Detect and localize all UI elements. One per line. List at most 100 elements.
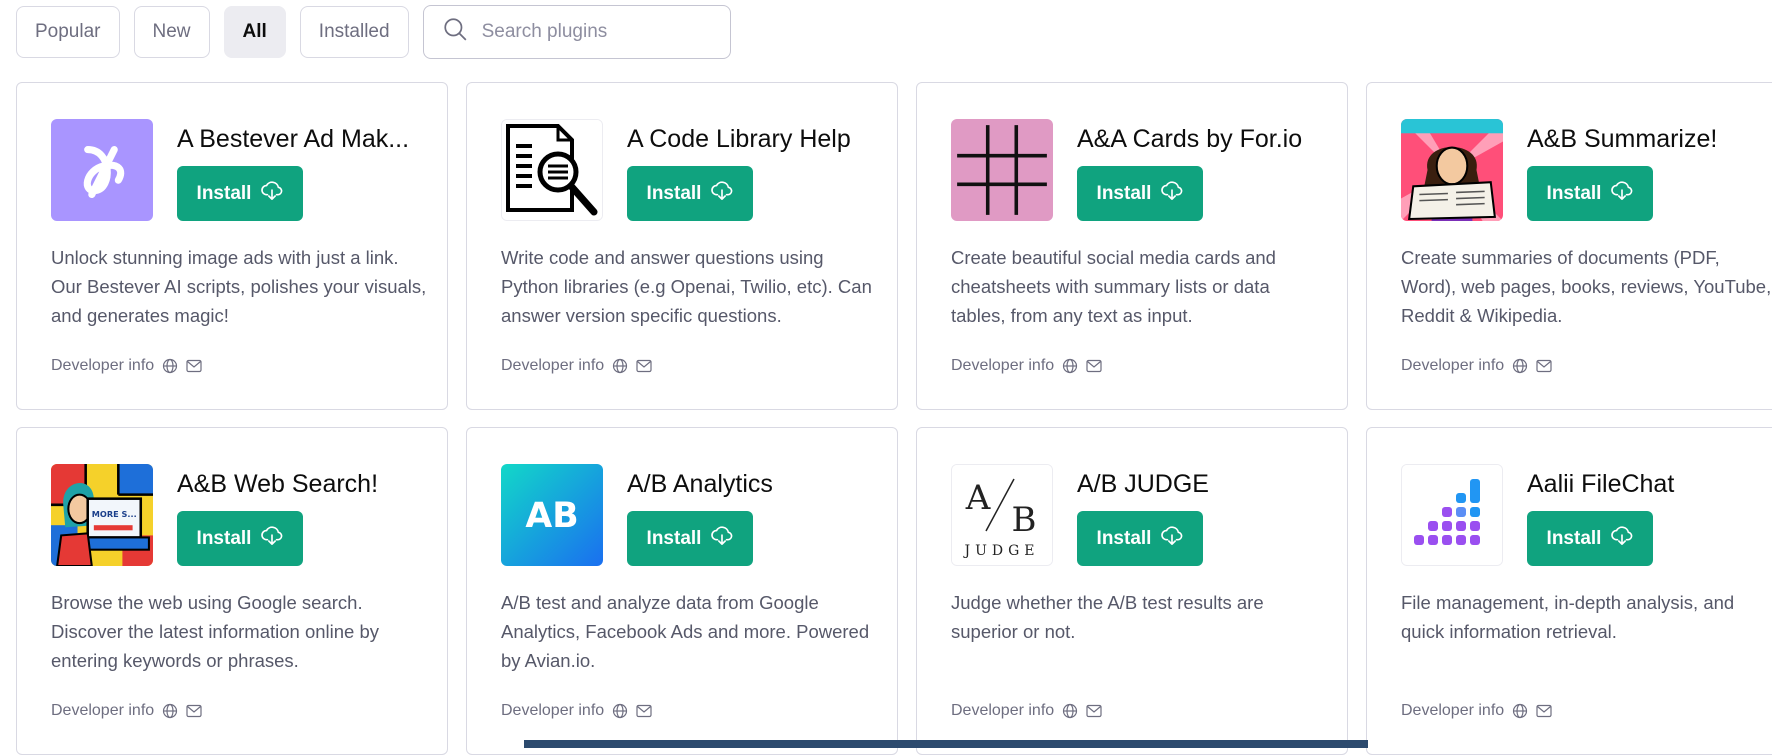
plugin-card: A Code Library Help Install Write code a… xyxy=(466,82,898,410)
mail-icon[interactable] xyxy=(636,359,652,373)
search-input[interactable] xyxy=(481,21,712,43)
ab-judge-logo-a: A xyxy=(965,478,991,518)
plugin-card: A&A Cards by For.io Install Create beaut… xyxy=(916,82,1348,410)
developer-info-label: Developer info xyxy=(1401,357,1505,374)
aalii-filechat-logo-icon xyxy=(1401,464,1503,566)
globe-icon[interactable] xyxy=(1062,703,1078,719)
install-button[interactable]: Install xyxy=(627,511,753,566)
plugin-description: A/B test and analyze data from Google An… xyxy=(501,592,870,671)
install-label: Install xyxy=(1096,182,1152,204)
search-icon xyxy=(442,16,468,48)
plugin-description: Unlock stunning image ads with just a li… xyxy=(51,247,427,326)
mail-icon[interactable] xyxy=(1086,359,1102,373)
mail-icon[interactable] xyxy=(1536,704,1552,718)
mail-icon[interactable] xyxy=(1536,359,1552,373)
web-search-screen-text: MORE S... xyxy=(92,509,137,519)
plugin-description: File management, in-depth analysis, and … xyxy=(1401,592,1735,642)
aa-cards-logo-icon xyxy=(951,119,1053,221)
ab-judge-logo-b: B xyxy=(1012,500,1037,540)
tab-installed[interactable]: Installed xyxy=(299,6,409,58)
cloud-download-icon xyxy=(261,181,283,207)
tab-popular[interactable]: Popular xyxy=(16,6,120,58)
plugin-grid: A Bestever Ad Mak... Install Unlock stun… xyxy=(16,82,1772,755)
plugin-name: A&B Summarize! xyxy=(1527,125,1718,153)
install-button[interactable]: Install xyxy=(1077,511,1203,566)
plugin-name: A Code Library Help xyxy=(627,125,851,153)
developer-info: Developer info xyxy=(951,357,1102,375)
developer-info-label: Developer info xyxy=(951,702,1055,719)
install-label: Install xyxy=(196,182,252,204)
developer-info: Developer info xyxy=(951,702,1102,720)
cloud-download-icon xyxy=(261,526,283,552)
developer-info: Developer info xyxy=(501,702,652,720)
globe-icon[interactable] xyxy=(1062,358,1078,374)
developer-info-label: Developer info xyxy=(501,357,605,374)
ab-judge-logo-word: JUDGE xyxy=(962,543,1039,559)
globe-icon[interactable] xyxy=(612,358,628,374)
plugin-name: A/B Analytics xyxy=(627,470,773,498)
globe-icon[interactable] xyxy=(1512,703,1528,719)
bestever-logo-icon xyxy=(51,119,153,221)
plugin-description: Create summaries of documents (PDF, Word… xyxy=(1401,247,1772,326)
install-button[interactable]: Install xyxy=(1527,166,1653,221)
search-box[interactable] xyxy=(422,5,731,59)
install-label: Install xyxy=(1096,527,1152,549)
mail-icon[interactable] xyxy=(186,704,202,718)
plugin-card: A&B Summarize! Install Create summaries … xyxy=(1366,82,1772,410)
filter-bar: Popular New All Installed xyxy=(16,5,731,59)
install-button[interactable]: Install xyxy=(1527,511,1653,566)
developer-info: Developer info xyxy=(51,702,202,720)
plugin-description: Create beautiful social media cards and … xyxy=(951,247,1276,326)
plugin-description: Write code and answer questions using Py… xyxy=(501,247,872,326)
tab-all[interactable]: All xyxy=(223,6,286,58)
developer-info-label: Developer info xyxy=(501,702,605,719)
plugin-card: Aalii FileChat Install File management, … xyxy=(1366,427,1772,755)
plugin-card: A B JUDGE A/B JUDGE Install Judge whether … xyxy=(916,427,1348,755)
install-label: Install xyxy=(1546,527,1602,549)
cloud-download-icon xyxy=(1611,526,1633,552)
developer-info: Developer info xyxy=(501,357,652,375)
ab-analytics-logo-text: AB xyxy=(525,496,578,536)
globe-icon[interactable] xyxy=(162,358,178,374)
globe-icon[interactable] xyxy=(162,703,178,719)
developer-info-label: Developer info xyxy=(951,357,1055,374)
plugin-description: Browse the web using Google search. Disc… xyxy=(51,592,380,671)
globe-icon[interactable] xyxy=(612,703,628,719)
cloud-download-icon xyxy=(711,526,733,552)
install-button[interactable]: Install xyxy=(177,166,303,221)
cloud-download-icon xyxy=(711,181,733,207)
plugin-name: Aalii FileChat xyxy=(1527,470,1675,498)
install-button[interactable]: Install xyxy=(1077,166,1203,221)
install-button[interactable]: Install xyxy=(627,166,753,221)
developer-info: Developer info xyxy=(1401,357,1552,375)
bottom-overlay-bar xyxy=(524,740,1368,748)
ab-judge-logo-icon: A B JUDGE xyxy=(951,464,1053,566)
developer-info-label: Developer info xyxy=(51,702,155,719)
install-button[interactable]: Install xyxy=(177,511,303,566)
code-library-logo-icon xyxy=(501,119,603,221)
plugin-card: MORE S... A&B Web Search! Install Browse… xyxy=(16,427,448,755)
cloud-download-icon xyxy=(1611,181,1633,207)
install-label: Install xyxy=(196,527,252,549)
plugin-description: Judge whether the A/B test results are s… xyxy=(951,592,1264,642)
developer-info-label: Developer info xyxy=(51,357,155,374)
install-label: Install xyxy=(1546,182,1602,204)
globe-icon[interactable] xyxy=(1512,358,1528,374)
plugin-name: A&A Cards by For.io xyxy=(1077,125,1303,153)
plugin-name: A&B Web Search! xyxy=(177,470,379,498)
install-label: Install xyxy=(646,182,702,204)
cloud-download-icon xyxy=(1161,526,1183,552)
ab-summarize-logo-icon xyxy=(1401,119,1503,221)
mail-icon[interactable] xyxy=(636,704,652,718)
plugin-name: A Bestever Ad Mak... xyxy=(177,125,410,153)
install-label: Install xyxy=(646,527,702,549)
plugin-card: A Bestever Ad Mak... Install Unlock stun… xyxy=(16,82,448,410)
tab-new[interactable]: New xyxy=(133,6,210,58)
mail-icon[interactable] xyxy=(186,359,202,373)
plugin-name: A/B JUDGE xyxy=(1077,470,1209,498)
mail-icon[interactable] xyxy=(1086,704,1102,718)
developer-info: Developer info xyxy=(1401,702,1552,720)
cloud-download-icon xyxy=(1161,181,1183,207)
developer-info: Developer info xyxy=(51,357,202,375)
ab-web-search-logo-icon: MORE S... xyxy=(51,464,153,566)
